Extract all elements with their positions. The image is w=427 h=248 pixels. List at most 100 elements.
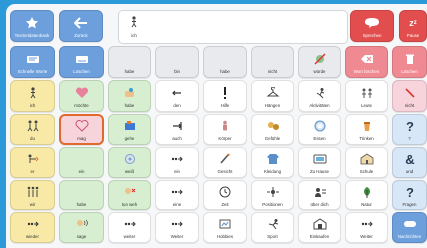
shirt-icon <box>266 151 280 167</box>
symbol-button-positionen[interactable]: Positionen <box>251 180 294 210</box>
symbol-label: Positionen <box>262 201 283 207</box>
symbol-button-wir[interactable]: wir <box>10 180 55 210</box>
symbol-button-ein[interactable]: ein <box>59 147 104 178</box>
symbol-button-hängen[interactable]: Hängen <box>251 80 294 112</box>
symbol-button-gesicht[interactable]: Gesicht <box>203 147 247 178</box>
quick-words-icon <box>26 51 40 67</box>
symbol-button-sage[interactable]: sage <box>59 212 104 243</box>
symbol-label: Zeit <box>221 201 229 207</box>
symbol-button-trinken[interactable]: Trinken <box>345 114 388 145</box>
symbol-button-natur[interactable]: Natur <box>345 180 388 210</box>
symbol-button-zeit[interactable]: Zeit <box>203 180 247 210</box>
symbol-button-weiter[interactable]: weiter <box>108 212 151 243</box>
symbol-button-weiter[interactable]: Weiter <box>155 212 199 243</box>
symbol-label: Hängen <box>264 102 281 108</box>
dots-icon <box>26 216 40 232</box>
think-icon <box>123 151 137 167</box>
symbol-button-tun-weh[interactable]: tun weh <box>108 180 151 210</box>
symbol-button-bin[interactable]: bin <box>155 46 199 78</box>
symbol-button-einkaufen[interactable]: Einkaufen <box>298 212 341 243</box>
brush-icon <box>218 151 232 167</box>
symbol-button-auch[interactable]: auch <box>155 114 199 145</box>
symbol-button-hilfe[interactable]: Hilfe <box>203 80 247 112</box>
symbol-button-hobbies[interactable]: Hobbies <box>203 212 247 243</box>
exclamation-icon <box>222 85 228 101</box>
symbol-button-würde[interactable]: würde <box>298 46 341 78</box>
symbol-button-möchte[interactable]: möchte <box>59 80 104 112</box>
speak-label: Sprechen <box>362 32 382 38</box>
nature-icon <box>360 184 374 200</box>
symbol-button-wort-löschen[interactable]: Wort löschen <box>345 46 388 78</box>
cup-icon <box>361 118 373 134</box>
message-bar[interactable]: ich <box>118 10 348 44</box>
symbol-button-habe[interactable]: habe <box>203 46 247 78</box>
symbol-label: Gesicht <box>217 169 233 174</box>
message-word[interactable]: ich <box>125 15 143 38</box>
symbol-label: Hobbies <box>216 234 234 239</box>
symbol-button-fragen[interactable]: ? Fragen <box>392 180 427 210</box>
symbol-label: Körper <box>218 136 232 141</box>
symbol-button-schule[interactable]: Schule <box>345 147 388 178</box>
symbol-button-sport[interactable]: Sport <box>251 212 294 243</box>
symbol-button-nicht[interactable]: nicht <box>392 80 427 112</box>
symbol-button-zu-hause[interactable]: Zu Hause <box>298 147 341 178</box>
symbol-button-mag[interactable]: mag <box>59 114 104 145</box>
symbol-label: Gefühle <box>264 136 281 141</box>
trash-icon <box>405 51 415 67</box>
two-people-icon <box>26 118 40 134</box>
symbol-button-löschen[interactable]: Löschen <box>392 46 427 78</box>
speak-button[interactable]: Sprechen <box>350 10 394 42</box>
dots-icon <box>123 216 137 232</box>
symbol-label: Nachrichten <box>397 234 422 239</box>
symbol-label: Aktivitäten <box>309 102 330 108</box>
sleep-button[interactable]: zz Pause <box>399 10 427 42</box>
symbol-button-wieder[interactable]: wieder <box>10 212 55 243</box>
symbol-label: gehe <box>124 136 135 141</box>
symbol-button-leute[interactable]: Leute <box>345 80 388 112</box>
arrow-left-icon <box>171 85 183 101</box>
symbol-label: und <box>405 169 414 174</box>
symbol-button-er[interactable]: er <box>10 147 55 178</box>
symbol-button-körper[interactable]: Körper <box>203 114 247 145</box>
symbol-button-aktivitäten[interactable]: Aktivitäten <box>298 80 341 112</box>
keyboard-icon <box>75 51 89 67</box>
heart-icon <box>75 85 89 101</box>
symbol-button-habe[interactable]: habe <box>108 80 151 112</box>
symbol-button-habe[interactable]: habe <box>108 46 151 78</box>
symbol-button-nicht[interactable]: nicht <box>251 46 294 78</box>
symbol-button-nachrichten[interactable]: Nachrichten <box>392 212 427 243</box>
symbol-button-eine[interactable]: eine <box>155 180 199 210</box>
body-icon <box>218 118 232 134</box>
symbol-label: habe <box>124 68 135 74</box>
symbol-button-ein[interactable]: ein <box>155 147 199 178</box>
symbol-button-gehe[interactable]: gehe <box>108 114 151 145</box>
symbol-button-kleidung[interactable]: Kleidung <box>251 147 294 178</box>
slash-icon <box>404 85 416 101</box>
star-icon <box>25 15 39 31</box>
symbol-button-und[interactable]: & und <box>392 147 427 178</box>
symbol-label: Einkaufen <box>309 234 330 239</box>
symbol-button-[interactable]: ?? <box>392 114 427 145</box>
symbol-button-ich[interactable]: ich <box>10 80 55 112</box>
symbol-label: habe <box>124 102 135 108</box>
back-button[interactable]: Zurück <box>59 10 103 42</box>
symbol-button-weiter[interactable]: Weiter <box>345 212 388 243</box>
symbol-button-du[interactable]: du <box>10 114 55 145</box>
symbol-button-löschen[interactable]: Löschen <box>59 46 104 78</box>
symbol-label: er <box>30 169 35 174</box>
symbol-button-gefühle[interactable]: Gefühle <box>251 114 294 145</box>
person-icon <box>131 16 137 28</box>
symbol-button-weiß[interactable]: weiß <box>108 147 151 178</box>
home-button[interactable]: Textnetdatenbank <box>10 10 54 42</box>
symbol-label: ein <box>78 169 85 174</box>
symbol-button-essen[interactable]: Essen <box>298 114 341 145</box>
symbol-label: habe <box>76 201 87 207</box>
symbol-button-über-dich[interactable]: über dich <box>298 180 341 210</box>
symbol-button-schnelle-worte[interactable]: Schnelle Worte <box>10 46 55 78</box>
plate-icon <box>313 118 327 134</box>
symbol-button-den[interactable]: den <box>155 80 199 112</box>
hanger-icon <box>266 85 280 101</box>
symbol-label: Hilfe <box>220 102 230 108</box>
backspace-icon <box>360 51 374 67</box>
symbol-button-habe[interactable]: habe <box>59 180 104 210</box>
